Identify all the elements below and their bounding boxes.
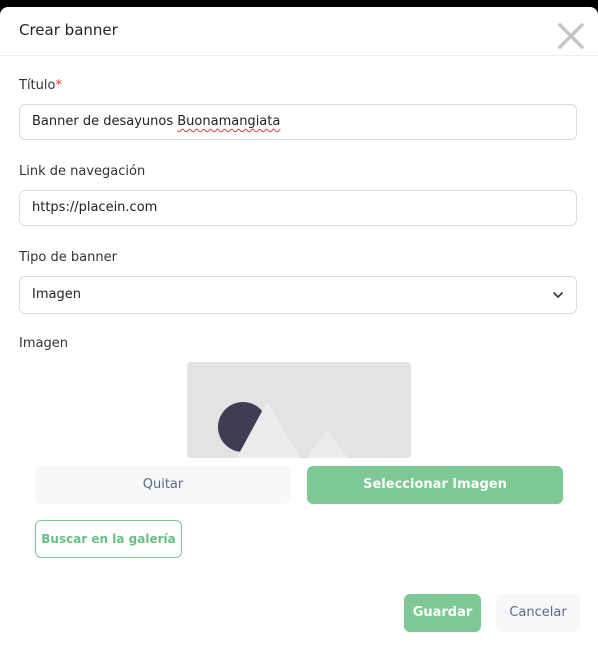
title-input-value: Banner de desayunos	[32, 114, 178, 129]
title-input[interactable]: Banner de desayunos Buonamangiata	[19, 104, 577, 140]
image-label: Imagen	[19, 336, 68, 351]
cancel-button[interactable]: Cancelar	[496, 594, 580, 632]
close-button[interactable]	[557, 22, 585, 50]
modal-title: Crear banner	[19, 21, 118, 39]
link-input-value: https://placein.com	[32, 200, 158, 215]
link-label: Link de navegación	[19, 164, 146, 179]
remove-image-button[interactable]: Quitar	[35, 466, 291, 504]
link-input[interactable]: https://placein.com	[19, 190, 577, 226]
banner-type-label: Tipo de banner	[19, 250, 117, 265]
save-button[interactable]: Guardar	[404, 594, 481, 632]
title-label: Título*	[19, 78, 62, 93]
search-gallery-button[interactable]: Buscar en la galería	[35, 520, 182, 558]
title-label-text: Título	[19, 78, 56, 93]
image-preview	[187, 362, 411, 458]
close-icon	[558, 23, 584, 49]
image-placeholder-icon	[218, 402, 349, 458]
banner-type-select[interactable]: Imagen	[19, 276, 577, 314]
banner-type-selected: Imagen	[32, 287, 81, 302]
title-input-misspelled-word: Buonamangiata	[177, 114, 281, 129]
required-mark: *	[55, 78, 62, 93]
chevron-down-icon	[553, 292, 563, 298]
select-image-button[interactable]: Seleccionar Imagen	[307, 466, 563, 504]
modal-header: Crear banner	[0, 7, 598, 56]
create-banner-modal: Crear banner Título* Banner de desayunos…	[0, 7, 598, 652]
